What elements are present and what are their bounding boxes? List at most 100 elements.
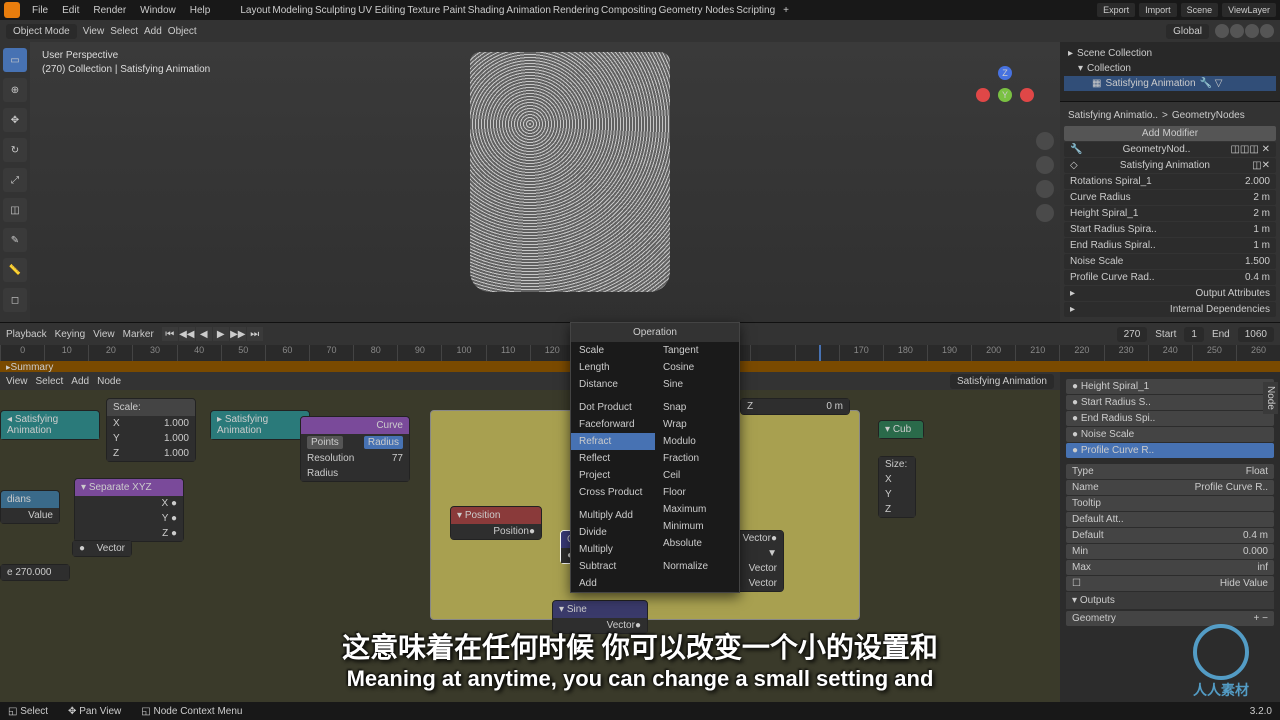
ws-anim[interactable]: Animation [506,5,550,16]
op-item[interactable]: Minimum [655,518,739,535]
nodegroup-selector[interactable]: Satisfying Animation [950,374,1054,389]
op-item[interactable]: Scale [571,342,655,359]
add-modifier-button[interactable]: Add Modifier [1064,126,1276,141]
position-node[interactable]: ▾ Position Position ● [450,506,542,540]
combine-z-node[interactable]: Z0 m [740,398,850,415]
vector-math-sine[interactable]: ▾ Sine Vector ● [552,600,648,634]
playhead[interactable] [819,345,821,361]
modifier-input[interactable]: Start Radius Spira..1 m [1064,222,1276,237]
outliner-scene[interactable]: ▸ Scene Collection [1064,46,1276,61]
ws-modeling[interactable]: Modeling [272,5,313,16]
op-item[interactable]: Normalize [655,558,739,575]
ws-uv[interactable]: UV Editing [358,5,405,16]
op-item[interactable]: Ceil [655,467,739,484]
add-workspace-icon[interactable]: + [777,3,795,18]
end-frame[interactable]: 1060 [1238,327,1274,342]
tl-marker[interactable]: Marker [123,329,154,340]
ws-sculpting[interactable]: Sculpting [315,5,356,16]
play-rev-icon[interactable]: ◀ [196,327,212,341]
import-button[interactable]: Import [1139,3,1177,17]
tl-keying[interactable]: Keying [55,329,86,340]
menu-help[interactable]: Help [184,3,217,18]
playback-controls[interactable]: ⏮ ◀◀ ◀ ▶ ▶▶ ⏭ [162,327,263,341]
op-item[interactable]: Divide [571,524,655,541]
vp-add[interactable]: Add [144,26,162,37]
menu-window[interactable]: Window [134,3,182,18]
outliner-collection[interactable]: ▾ Collection [1064,61,1276,76]
ne-add[interactable]: Add [71,376,89,387]
shading-modes[interactable] [1215,24,1274,38]
op-item[interactable]: Dot Product [571,399,655,416]
output-attributes[interactable]: ▸ Output Attributes [1064,286,1276,301]
op-item[interactable]: Cross Product [571,484,655,501]
op-item[interactable]: Project [571,467,655,484]
op-item[interactable]: Reflect [571,450,655,467]
sidebar-input[interactable]: ● Profile Curve R.. [1066,443,1274,458]
op-item[interactable]: Cosine [655,359,739,376]
op-item[interactable]: Sine [655,376,739,393]
mode-selector[interactable]: Object Mode [6,24,77,39]
outputs-header[interactable]: ▾ Outputs [1066,592,1274,609]
ws-layout[interactable]: Layout [240,5,270,16]
move-tool-icon[interactable]: ✥ [3,108,27,132]
ws-shading[interactable]: Shading [468,5,505,16]
op-item[interactable]: Multiply [571,541,655,558]
internal-deps[interactable]: ▸ Internal Dependencies [1064,302,1276,317]
modifier-input[interactable]: Curve Radius2 m [1064,190,1276,205]
ne-select[interactable]: Select [36,376,64,387]
max-field[interactable]: Maxinf [1066,560,1274,575]
next-key-icon[interactable]: ▶▶ [230,327,246,341]
op-item[interactable]: Snap [655,399,739,416]
menu-edit[interactable]: Edit [56,3,85,18]
group-input-node[interactable]: ◂ Satisfying Animation [0,410,100,440]
sidebar-input[interactable]: ● Noise Scale [1066,427,1274,442]
addcube-tool-icon[interactable]: ◻ [3,288,27,312]
op-item[interactable]: Absolute [655,535,739,552]
annotate-tool-icon[interactable]: ✎ [3,228,27,252]
cube-node[interactable]: ▾ Cub [878,420,924,439]
frame-value[interactable]: e 270.000 [0,564,70,581]
op-item[interactable]: Refract [571,433,655,450]
prev-key-icon[interactable]: ◀◀ [179,327,195,341]
axis-y-icon[interactable]: Y [998,88,1012,102]
ws-render[interactable]: Rendering [553,5,599,16]
start-frame[interactable]: 1 [1184,327,1204,342]
export-button[interactable]: Export [1097,3,1135,17]
axis-xneg-icon[interactable] [1020,88,1034,102]
rotate-tool-icon[interactable]: ↻ [3,138,27,162]
outliner[interactable]: ▸ Scene Collection ▾ Collection ▦ Satisf… [1060,42,1280,102]
ws-script[interactable]: Scripting [736,5,775,16]
axis-x-icon[interactable] [976,88,990,102]
axis-gizmo[interactable]: Z Y [976,66,1036,126]
scene-selector[interactable]: Scene [1181,3,1219,17]
viewlayer-selector[interactable]: ViewLayer [1222,3,1276,17]
vp-view[interactable]: View [83,26,105,37]
ws-comp[interactable]: Compositing [601,5,657,16]
operation-dropdown[interactable]: Operation ScaleLengthDistance Dot Produc… [570,322,740,593]
type-field[interactable]: TypeFloat [1066,464,1274,479]
modifier-input[interactable]: Noise Scale1.500 [1064,254,1276,269]
modifier-input[interactable]: Height Spiral_12 m [1064,206,1276,221]
measure-tool-icon[interactable]: 📏 [3,258,27,282]
menu-file[interactable]: File [26,3,54,18]
current-frame[interactable]: 270 [1117,327,1148,342]
group-output-node[interactable]: ▸ Satisfying Animation [210,410,310,440]
3d-viewport[interactable]: User Perspective (270) Collection | Sati… [30,42,1060,322]
vp-object[interactable]: Object [168,26,197,37]
op-item[interactable]: Distance [571,376,655,393]
op-item[interactable]: Floor [655,484,739,501]
pan-icon[interactable] [1036,156,1054,174]
node-canvas[interactable]: ◂ Satisfying Animation Scale: X1.000 Y1.… [0,390,1060,710]
modifier-input[interactable]: Profile Curve Rad..0.4 m [1064,270,1276,285]
ne-node[interactable]: Node [97,376,121,387]
modifier-name[interactable]: 🔧GeometryNod..◫◫◫ ✕ [1064,142,1276,157]
jump-end-icon[interactable]: ⏭ [247,327,263,341]
play-icon[interactable]: ▶ [213,327,229,341]
op-item[interactable]: Fraction [655,450,739,467]
sidebar-input[interactable]: ● Start Radius S.. [1066,395,1274,410]
ws-geonodes[interactable]: Geometry Nodes [659,5,735,16]
transform-tool-icon[interactable]: ◫ [3,198,27,222]
ws-texture[interactable]: Texture Paint [407,5,465,16]
op-item[interactable]: Subtract [571,558,655,575]
op-item[interactable]: Length [571,359,655,376]
